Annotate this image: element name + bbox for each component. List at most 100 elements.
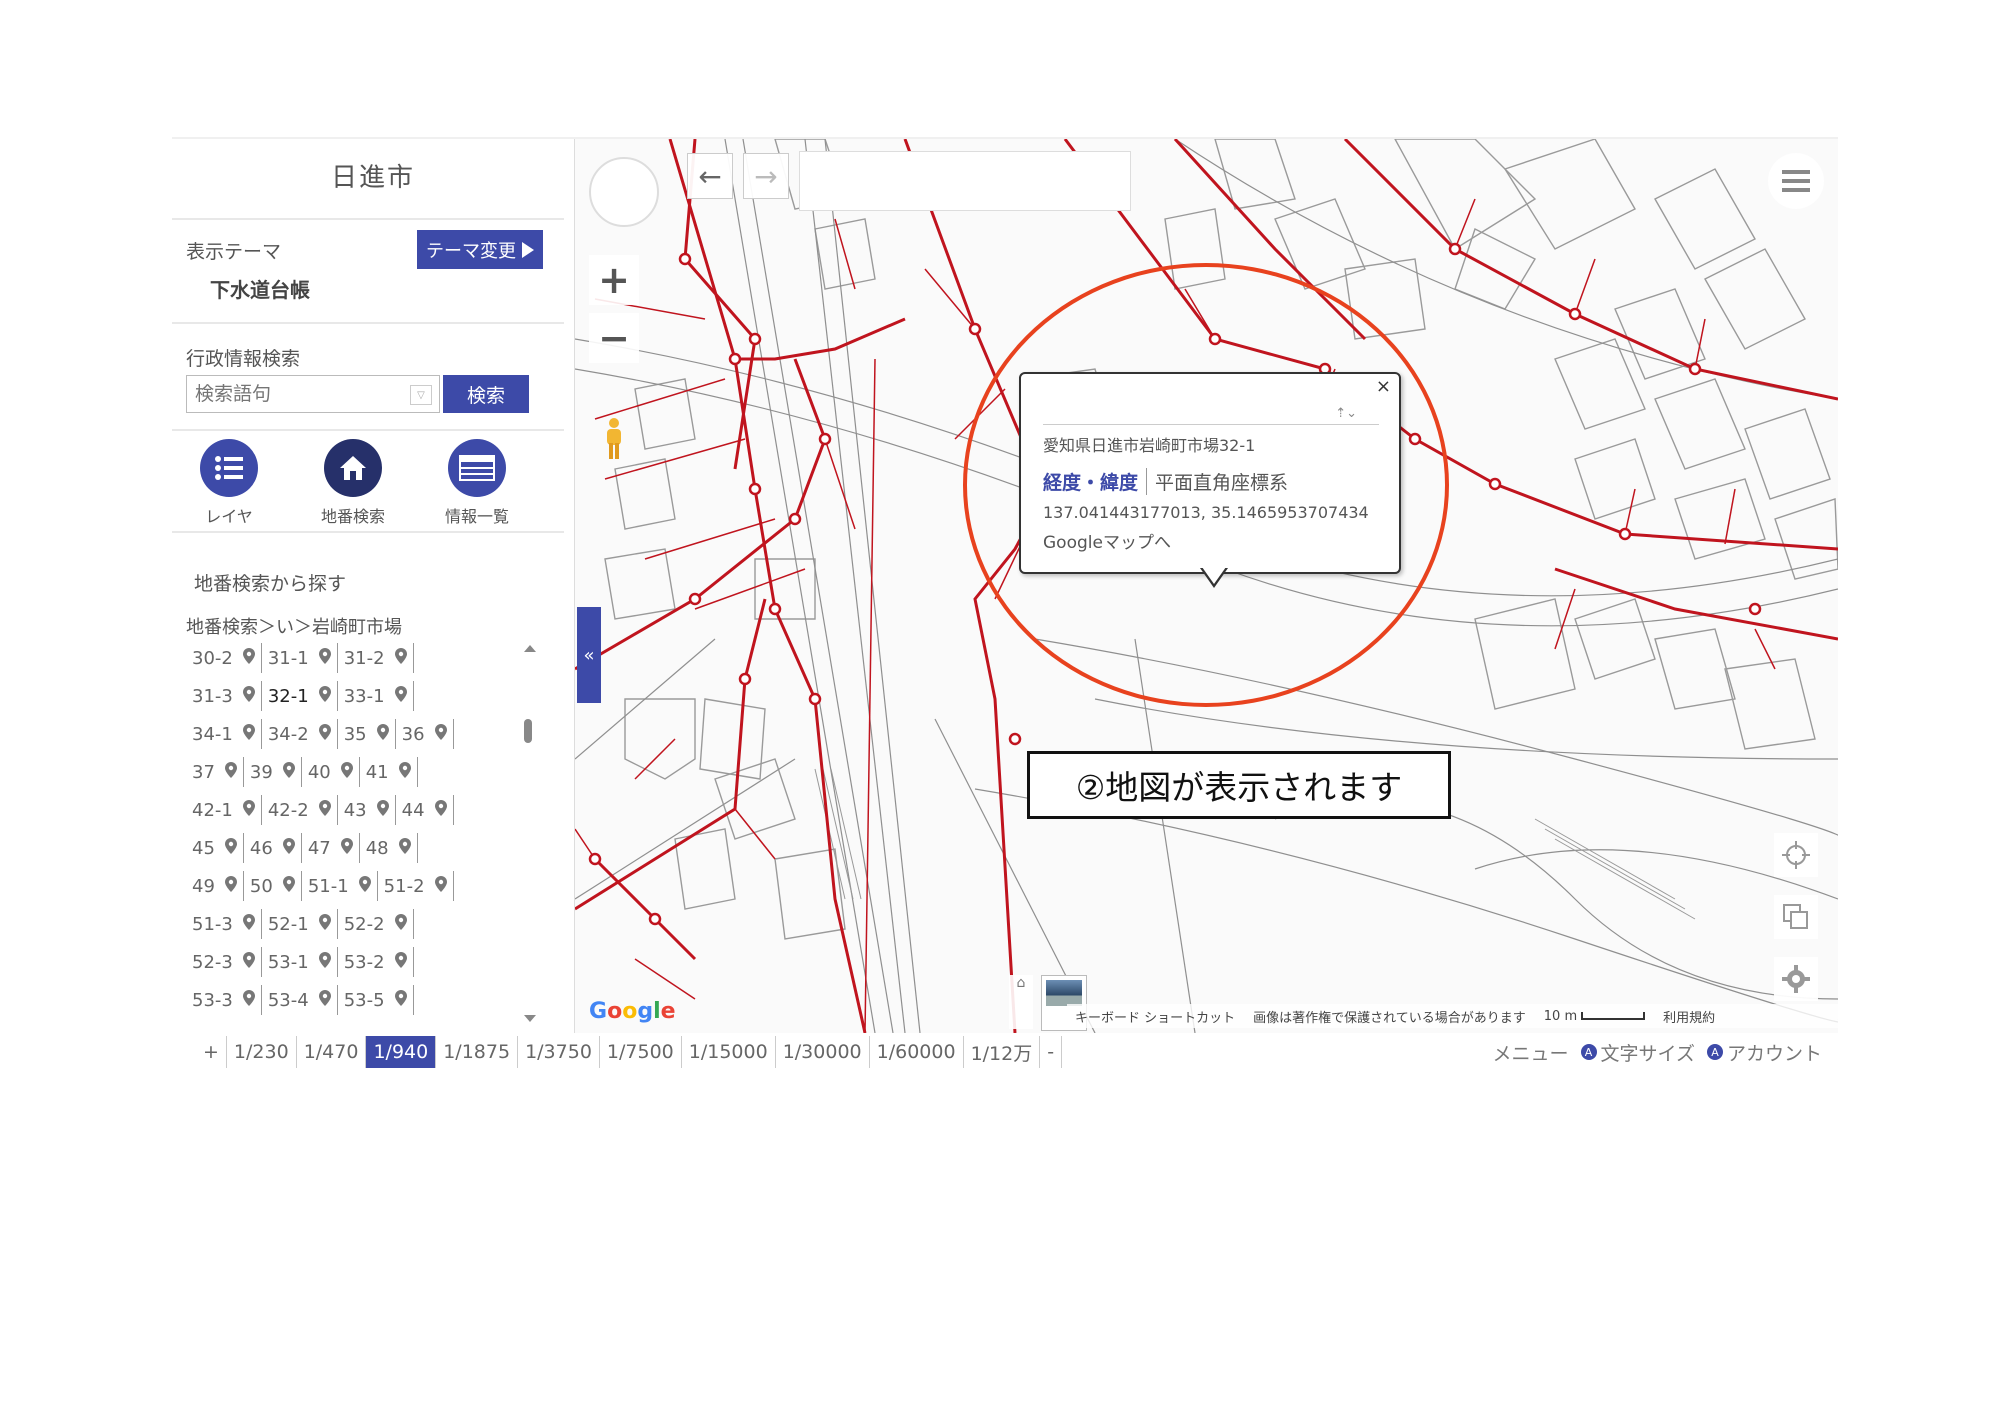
map-pin-icon[interactable] — [242, 723, 255, 745]
map-pin-icon[interactable] — [434, 875, 447, 897]
change-theme-button[interactable]: テーマ変更 — [417, 230, 543, 269]
map-pin-icon[interactable] — [398, 837, 411, 859]
lot-item[interactable]: 40 — [302, 757, 360, 787]
map-pin-icon[interactable] — [242, 647, 255, 669]
lot-item[interactable]: 30-2 — [186, 643, 262, 673]
lot-item[interactable]: 43 — [338, 795, 396, 825]
scale-option[interactable]: 1/470 — [297, 1036, 367, 1068]
font-size-link[interactable]: A 文字サイズ — [1580, 1039, 1695, 1066]
map-pin-icon[interactable] — [340, 837, 353, 859]
search-dropdown-icon[interactable]: ▽ — [410, 385, 432, 405]
map-pin-icon[interactable] — [434, 799, 447, 821]
lot-item[interactable]: 49 — [186, 871, 244, 901]
lot-item[interactable]: 35 — [338, 719, 396, 749]
info-list-tool-button[interactable]: 情報一覧 — [427, 439, 527, 527]
lot-item[interactable]: 41 — [360, 757, 418, 787]
scale-option[interactable]: 1/60000 — [870, 1036, 964, 1068]
map-pin-icon[interactable] — [340, 761, 353, 783]
scale-option[interactable]: 1/12万 — [964, 1036, 1041, 1068]
street-view-pegman-icon[interactable] — [603, 417, 625, 465]
map-pin-icon[interactable] — [318, 723, 331, 745]
lot-item[interactable]: 36 — [396, 719, 454, 749]
map-pin-icon[interactable] — [242, 913, 255, 935]
lot-item[interactable]: 39 — [244, 757, 302, 787]
scale-option[interactable]: 1/15000 — [682, 1036, 776, 1068]
map-pin-icon[interactable] — [282, 875, 295, 897]
keyboard-shortcut-link[interactable]: キーボード ショートカット — [1075, 1007, 1235, 1026]
map-pin-icon[interactable] — [398, 761, 411, 783]
map-pin-icon[interactable] — [224, 875, 237, 897]
terms-link[interactable]: 利用規約 — [1663, 1007, 1715, 1026]
map-pin-icon[interactable] — [394, 685, 407, 707]
map-pin-icon[interactable] — [224, 761, 237, 783]
scale-option[interactable]: 1/230 — [227, 1036, 297, 1068]
lot-item[interactable]: 53-2 — [338, 947, 414, 977]
forward-arrow-icon[interactable]: → — [743, 153, 789, 199]
map-pin-icon[interactable] — [318, 913, 331, 935]
lot-item[interactable]: 51-1 — [302, 871, 378, 901]
map-pin-icon[interactable] — [318, 647, 331, 669]
tab-plane-coords[interactable]: 平面直角座標系 — [1155, 468, 1288, 495]
map-pin-icon[interactable] — [318, 799, 331, 821]
street-view-toggle-icon[interactable]: ⌂ — [1009, 975, 1033, 1029]
google-maps-link[interactable]: Googleマップへ — [1043, 528, 1171, 553]
map-view[interactable]: + − ← → × ⇡⌄ 愛知県日進市岩崎町市場32-1 経度・緯度 平面直角座… — [575, 139, 1838, 1033]
layer-tool-button[interactable]: レイヤ — [179, 439, 279, 527]
map-pin-icon[interactable] — [434, 723, 447, 745]
map-pin-icon[interactable] — [394, 913, 407, 935]
lot-item[interactable]: 52-3 — [186, 947, 262, 977]
lot-item[interactable]: 52-2 — [338, 909, 414, 939]
map-pin-icon[interactable] — [318, 951, 331, 973]
back-arrow-icon[interactable]: ← — [687, 153, 733, 199]
hamburger-menu-icon[interactable] — [1768, 153, 1824, 209]
lot-item[interactable]: 51-3 — [186, 909, 262, 939]
lot-item[interactable]: 34-1 — [186, 719, 262, 749]
map-pin-icon[interactable] — [242, 685, 255, 707]
scale-option[interactable]: 1/3750 — [518, 1036, 600, 1068]
account-link[interactable]: A アカウント — [1706, 1039, 1822, 1066]
map-search-box[interactable] — [799, 151, 1131, 211]
popup-pin-icon[interactable]: ⇡⌄ — [1335, 406, 1357, 421]
lot-item[interactable]: 37 — [186, 757, 244, 787]
scale-option[interactable]: 1/7500 — [600, 1036, 682, 1068]
map-pin-icon[interactable] — [242, 989, 255, 1011]
lot-search-tool-button[interactable]: 地番検索 — [303, 439, 403, 527]
lot-item[interactable]: 42-1 — [186, 795, 262, 825]
lot-item[interactable]: 53-1 — [262, 947, 338, 977]
search-button[interactable]: 検索 — [443, 375, 529, 413]
map-pin-icon[interactable] — [376, 799, 389, 821]
lot-item[interactable]: 42-2 — [262, 795, 338, 825]
lot-item[interactable]: 51-2 — [378, 871, 454, 901]
scale-option[interactable]: 1/30000 — [776, 1036, 870, 1068]
lot-item[interactable]: 53-5 — [338, 985, 414, 1015]
map-pin-icon[interactable] — [282, 837, 295, 859]
map-pin-icon[interactable] — [224, 837, 237, 859]
scroll-up-icon[interactable] — [524, 645, 536, 652]
map-pin-icon[interactable] — [394, 951, 407, 973]
pan-compass-icon[interactable] — [589, 157, 659, 227]
lot-item[interactable]: 34-2 — [262, 719, 338, 749]
map-pin-icon[interactable] — [242, 951, 255, 973]
menu-link[interactable]: メニュー — [1493, 1039, 1569, 1066]
lot-item[interactable]: 33-1 — [338, 681, 414, 711]
layers-copy-icon[interactable] — [1774, 895, 1818, 939]
lot-item[interactable]: 46 — [244, 833, 302, 863]
lot-item[interactable]: 31-2 — [338, 643, 414, 673]
scrollbar-thumb[interactable] — [524, 719, 532, 743]
zoom-in-button[interactable]: + — [589, 255, 639, 305]
map-pin-icon[interactable] — [318, 685, 331, 707]
search-input[interactable] — [186, 375, 440, 413]
lot-item[interactable]: 53-4 — [262, 985, 338, 1015]
map-pin-icon[interactable] — [376, 723, 389, 745]
scale-zoom-out[interactable]: - — [1040, 1036, 1063, 1068]
lot-item[interactable]: 31-1 — [262, 643, 338, 673]
lot-item[interactable]: 44 — [396, 795, 454, 825]
map-pin-icon[interactable] — [394, 647, 407, 669]
map-pin-icon[interactable] — [394, 989, 407, 1011]
map-pin-icon[interactable] — [242, 799, 255, 821]
tab-lat-lng[interactable]: 経度・緯度 — [1043, 468, 1148, 495]
lot-item[interactable]: 52-1 — [262, 909, 338, 939]
locate-crosshair-icon[interactable] — [1774, 833, 1818, 877]
lot-item[interactable]: 48 — [360, 833, 418, 863]
settings-gear-icon[interactable] — [1774, 957, 1818, 1001]
